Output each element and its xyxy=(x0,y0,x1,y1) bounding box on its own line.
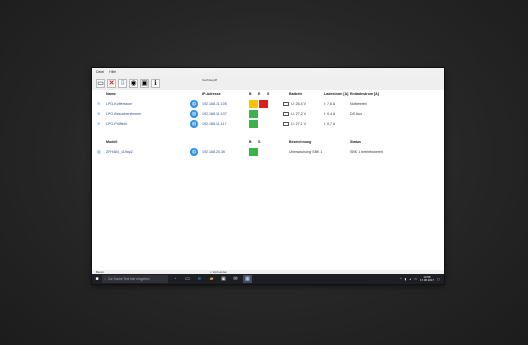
wifi-icon: ≋ xyxy=(97,101,101,106)
store-icon[interactable]: ▣ xyxy=(219,275,228,283)
keyboard-icon[interactable]: ▭ xyxy=(414,277,417,281)
charge-current: I: 0,7 A xyxy=(324,122,336,126)
discharge-info: Notbetrieb xyxy=(350,102,367,106)
info-icon[interactable]: ℹ xyxy=(151,78,160,88)
device-name: LPG-Kofferraum xyxy=(106,102,133,106)
explorer-icon[interactable]: ▰ xyxy=(207,275,216,283)
settings-icon[interactable]: ◉ xyxy=(129,78,138,88)
charge-current: I: 7,6 A xyxy=(324,102,336,106)
globe-icon: ◍ xyxy=(190,110,198,118)
mic-icon[interactable]: ◦ xyxy=(171,275,180,283)
status-green-square xyxy=(249,110,258,118)
status-green-square xyxy=(249,148,258,156)
status-green-square xyxy=(249,120,258,128)
new-doc-icon[interactable]: ▭ xyxy=(96,78,105,88)
battery-icon xyxy=(283,112,289,116)
device-description: Überwachung SBK 1 xyxy=(289,150,323,154)
task-view-icon[interactable]: ▭ xyxy=(183,275,192,283)
search-label: Suchbegriff xyxy=(202,78,218,82)
windows-start-icon[interactable]: ■ xyxy=(92,274,102,284)
print-icon[interactable]: ▣ xyxy=(140,78,149,88)
edge-icon[interactable]: e xyxy=(195,275,204,283)
device-name: LPG-Besucherzimmer xyxy=(106,112,142,116)
globe-icon: ◍ xyxy=(190,120,198,128)
header-charge[interactable]: Ladestrom [A] xyxy=(324,92,348,96)
volume-icon[interactable]: ◂ xyxy=(409,277,411,281)
header-ip[interactable]: IP-Adresse xyxy=(202,92,221,96)
header-b[interactable]: B xyxy=(249,92,252,96)
discharge-info: DS Aus xyxy=(350,112,362,116)
delete-icon[interactable]: ✕ xyxy=(107,78,116,88)
header-name[interactable]: Name xyxy=(106,92,116,96)
device-ip: 192.168.11.105 xyxy=(202,102,227,106)
model-name: ZFH484_119ap2 xyxy=(106,150,133,154)
menu-item-hilfe[interactable]: Hilfe xyxy=(109,70,116,74)
device-ip: 192.168.20.36 xyxy=(202,150,225,154)
header-battery[interactable]: Batterie xyxy=(289,92,302,96)
globe-icon: ◍ xyxy=(190,100,198,108)
battery-voltage: U: 27,1 V xyxy=(291,122,306,126)
clock-date: 17.08.2017 xyxy=(419,278,434,282)
header-model[interactable]: Modell xyxy=(106,140,117,144)
header-s[interactable]: S xyxy=(267,92,269,96)
device-ip: 192.168.11.117 xyxy=(202,122,227,126)
taskbar-search-placeholder: Zur Suche Text hier eingeben xyxy=(107,277,150,281)
menu-item-datei[interactable]: Datei xyxy=(96,70,104,74)
battery-icon xyxy=(283,122,289,126)
battery-voltage: U: 27,2 V xyxy=(291,112,306,116)
header-b2[interactable]: B xyxy=(249,140,252,144)
clock[interactable]: 10:58 17.08.2017 xyxy=(419,275,434,282)
taskbar: ■ ○ Zur Suche Text hier eingeben ◦ ▭ e ▰… xyxy=(92,274,444,284)
header-discharge[interactable]: Entladestrom [A] xyxy=(350,92,379,96)
device-icon: ▤ xyxy=(97,149,101,154)
search-icon: ○ xyxy=(104,277,106,281)
header-s2[interactable]: S xyxy=(258,140,260,144)
status-yellow-square xyxy=(249,100,258,108)
device-name: LPG-Prüffeld xyxy=(106,122,127,126)
device-ip: 192.168.11.107 xyxy=(202,112,227,116)
mail-icon[interactable]: ✉ xyxy=(231,275,240,283)
menu-bar: Datei Hilfe xyxy=(92,68,444,76)
monitor-screen: Datei Hilfe ▭ ✕ ⇩ ◉ ▣ ℹ Suchbegriff Name… xyxy=(92,68,444,284)
toolbar: ▭ ✕ ⇩ ◉ ▣ ℹ Suchbegriff xyxy=(92,76,444,97)
wifi-icon: ≋ xyxy=(97,121,101,126)
wifi-icon: ≋ xyxy=(97,111,101,116)
battery-voltage: U: 26,4 V xyxy=(291,102,306,106)
system-tray: ^ ▮ ◂ ▭ 10:58 17.08.2017 ▢ xyxy=(400,274,440,284)
device-status: SBK 1 betriebsbereit xyxy=(350,150,383,154)
device-list: Name IP-Adresse B E S Batterie Ladestrom… xyxy=(92,90,444,270)
chevron-up-icon[interactable]: ^ xyxy=(400,277,402,281)
download-icon[interactable]: ⇩ xyxy=(118,78,127,88)
taskbar-search[interactable]: ○ Zur Suche Text hier eingeben xyxy=(102,275,168,283)
notifications-icon[interactable]: ▢ xyxy=(437,277,440,281)
header-status[interactable]: Status xyxy=(350,140,361,144)
charge-current: I: 0,4 A xyxy=(324,112,336,116)
battery-icon xyxy=(283,102,289,106)
network-icon[interactable]: ▮ xyxy=(405,277,407,281)
header-e[interactable]: E xyxy=(258,92,260,96)
app-icon[interactable]: ▦ xyxy=(243,275,252,283)
header-description[interactable]: Bezeichnung xyxy=(289,140,311,144)
globe-icon: ◍ xyxy=(190,148,198,156)
status-red-square xyxy=(259,100,268,108)
